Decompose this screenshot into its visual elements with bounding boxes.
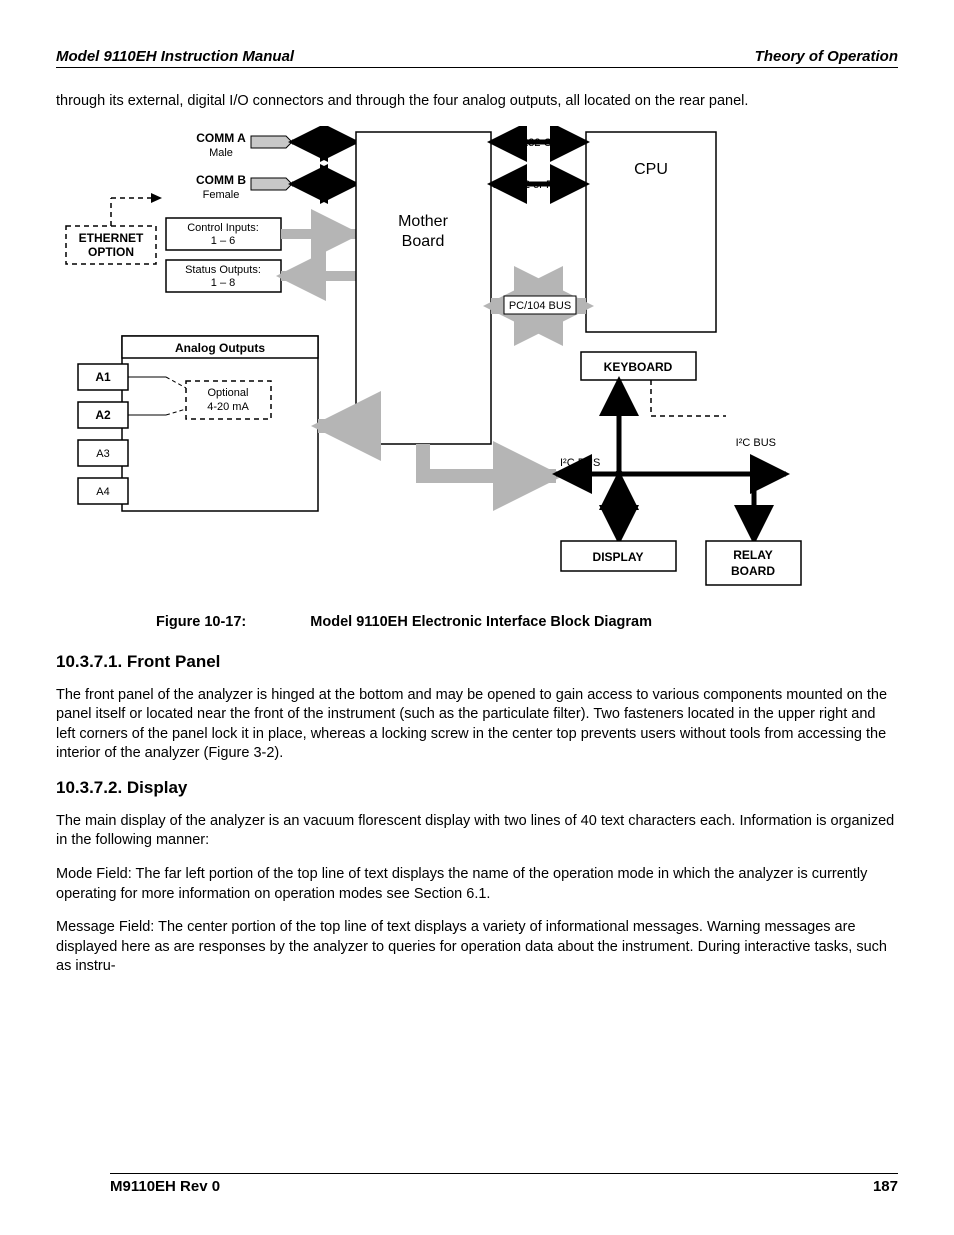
page-header: Model 9110EH Instruction Manual Theory o… (56, 48, 898, 68)
caption-text: Model 9110EH Electronic Interface Block … (310, 614, 652, 630)
label-relay-2: BOARD (731, 564, 775, 578)
label-a2: A2 (95, 408, 111, 422)
para-display-3: Message Field: The center portion of the… (56, 918, 898, 977)
caption-label: Figure 10-17: (156, 614, 246, 630)
header-left: Model 9110EH Instruction Manual (56, 48, 294, 65)
heading-front-panel: 10.3.7.1. Front Panel (56, 652, 898, 672)
label-i2c-2: I²C BUS (736, 437, 776, 449)
label-pc104: PC/104 BUS (509, 300, 571, 312)
label-stat-2: 1 – 8 (211, 277, 235, 289)
label-stat-1: Status Outputs: (185, 264, 261, 276)
label-comm-b-sub: Female (203, 189, 240, 201)
label-analog-outputs: Analog Outputs (175, 341, 265, 355)
para-display-2: Mode Field: The far left portion of the … (56, 865, 898, 904)
footer-right: 187 (873, 1178, 898, 1195)
label-a3: A3 (96, 448, 109, 460)
page-footer: M9110EH Rev 0 187 (110, 1173, 898, 1195)
figure-caption: Figure 10-17: Model 9110EH Electronic In… (156, 614, 898, 630)
header-right: Theory of Operation (755, 48, 898, 65)
label-opt-1: Optional (208, 387, 249, 399)
label-display: DISPLAY (593, 550, 644, 564)
block-diagram: COMM A Male COMM B Female ETHERNET OPTIO… (56, 126, 816, 596)
label-ethernet-1: ETHERNET (79, 231, 144, 245)
label-mb-1: Mother (398, 213, 448, 230)
para-display-1: The main display of the analyzer is an v… (56, 812, 898, 851)
label-comm-b: COMM B (196, 173, 246, 187)
intro-paragraph: through its external, digital I/O connec… (56, 92, 898, 112)
label-relay-1: RELAY (733, 548, 773, 562)
label-ctrl-1: Control Inputs: (187, 222, 259, 234)
label-keyboard: KEYBOARD (604, 360, 673, 374)
label-a4: A4 (96, 486, 109, 498)
label-a1: A1 (95, 370, 111, 384)
label-ethernet-2: OPTION (88, 245, 134, 259)
label-mb-2: Board (402, 233, 445, 250)
heading-display: 10.3.7.2. Display (56, 778, 898, 798)
label-ctrl-2: 1 – 6 (211, 235, 235, 247)
label-i2c-1: I²C BUS (560, 457, 600, 469)
document-page: Model 9110EH Instruction Manual Theory o… (0, 0, 954, 1235)
label-comm-a-sub: Male (209, 147, 233, 159)
footer-left: M9110EH Rev 0 (110, 1178, 220, 1195)
label-cpu: CPU (634, 161, 668, 178)
label-comm-a: COMM A (196, 131, 246, 145)
label-opt-2: 4-20 mA (207, 401, 249, 413)
para-front-panel-1: The front panel of the analyzer is hinge… (56, 686, 898, 764)
